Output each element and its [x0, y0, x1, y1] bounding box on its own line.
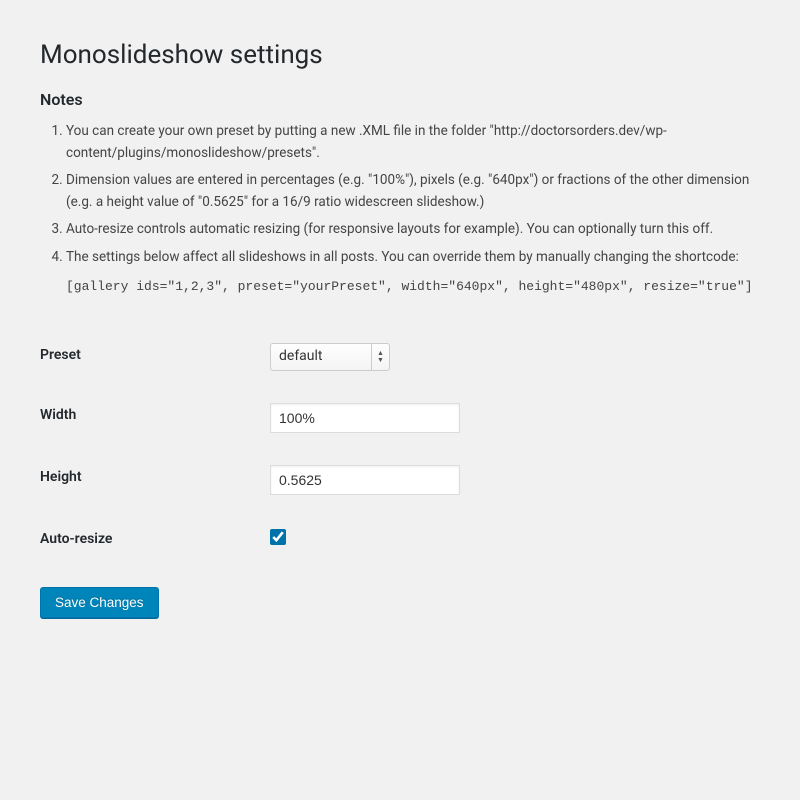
autoresize-label: Auto-resize: [40, 511, 260, 567]
note-item: The settings below affect all slideshows…: [66, 247, 760, 297]
shortcode-example: [gallery ids="1,2,3", preset="yourPreset…: [66, 277, 760, 298]
note-item: You can create your own preset by puttin…: [66, 121, 760, 164]
notes-list: You can create your own preset by puttin…: [40, 121, 760, 297]
width-label: Width: [40, 387, 260, 449]
note-text: The settings below affect all slideshows…: [66, 249, 739, 265]
page-title: Monoslideshow settings: [40, 40, 760, 70]
note-item: Auto-resize controls automatic resizing …: [66, 219, 760, 241]
notes-heading: Notes: [40, 90, 760, 109]
height-label: Height: [40, 449, 260, 511]
preset-select[interactable]: default ▲▼: [270, 343, 390, 371]
chevron-updown-icon: ▲▼: [371, 344, 389, 370]
note-item: Dimension values are entered in percenta…: [66, 170, 760, 213]
height-input[interactable]: [270, 465, 460, 495]
width-input[interactable]: [270, 403, 460, 433]
autoresize-checkbox[interactable]: [270, 529, 286, 545]
settings-form: Preset default ▲▼ Width Height Auto-resi…: [40, 327, 760, 567]
save-button[interactable]: Save Changes: [40, 587, 159, 618]
preset-label: Preset: [40, 327, 260, 387]
